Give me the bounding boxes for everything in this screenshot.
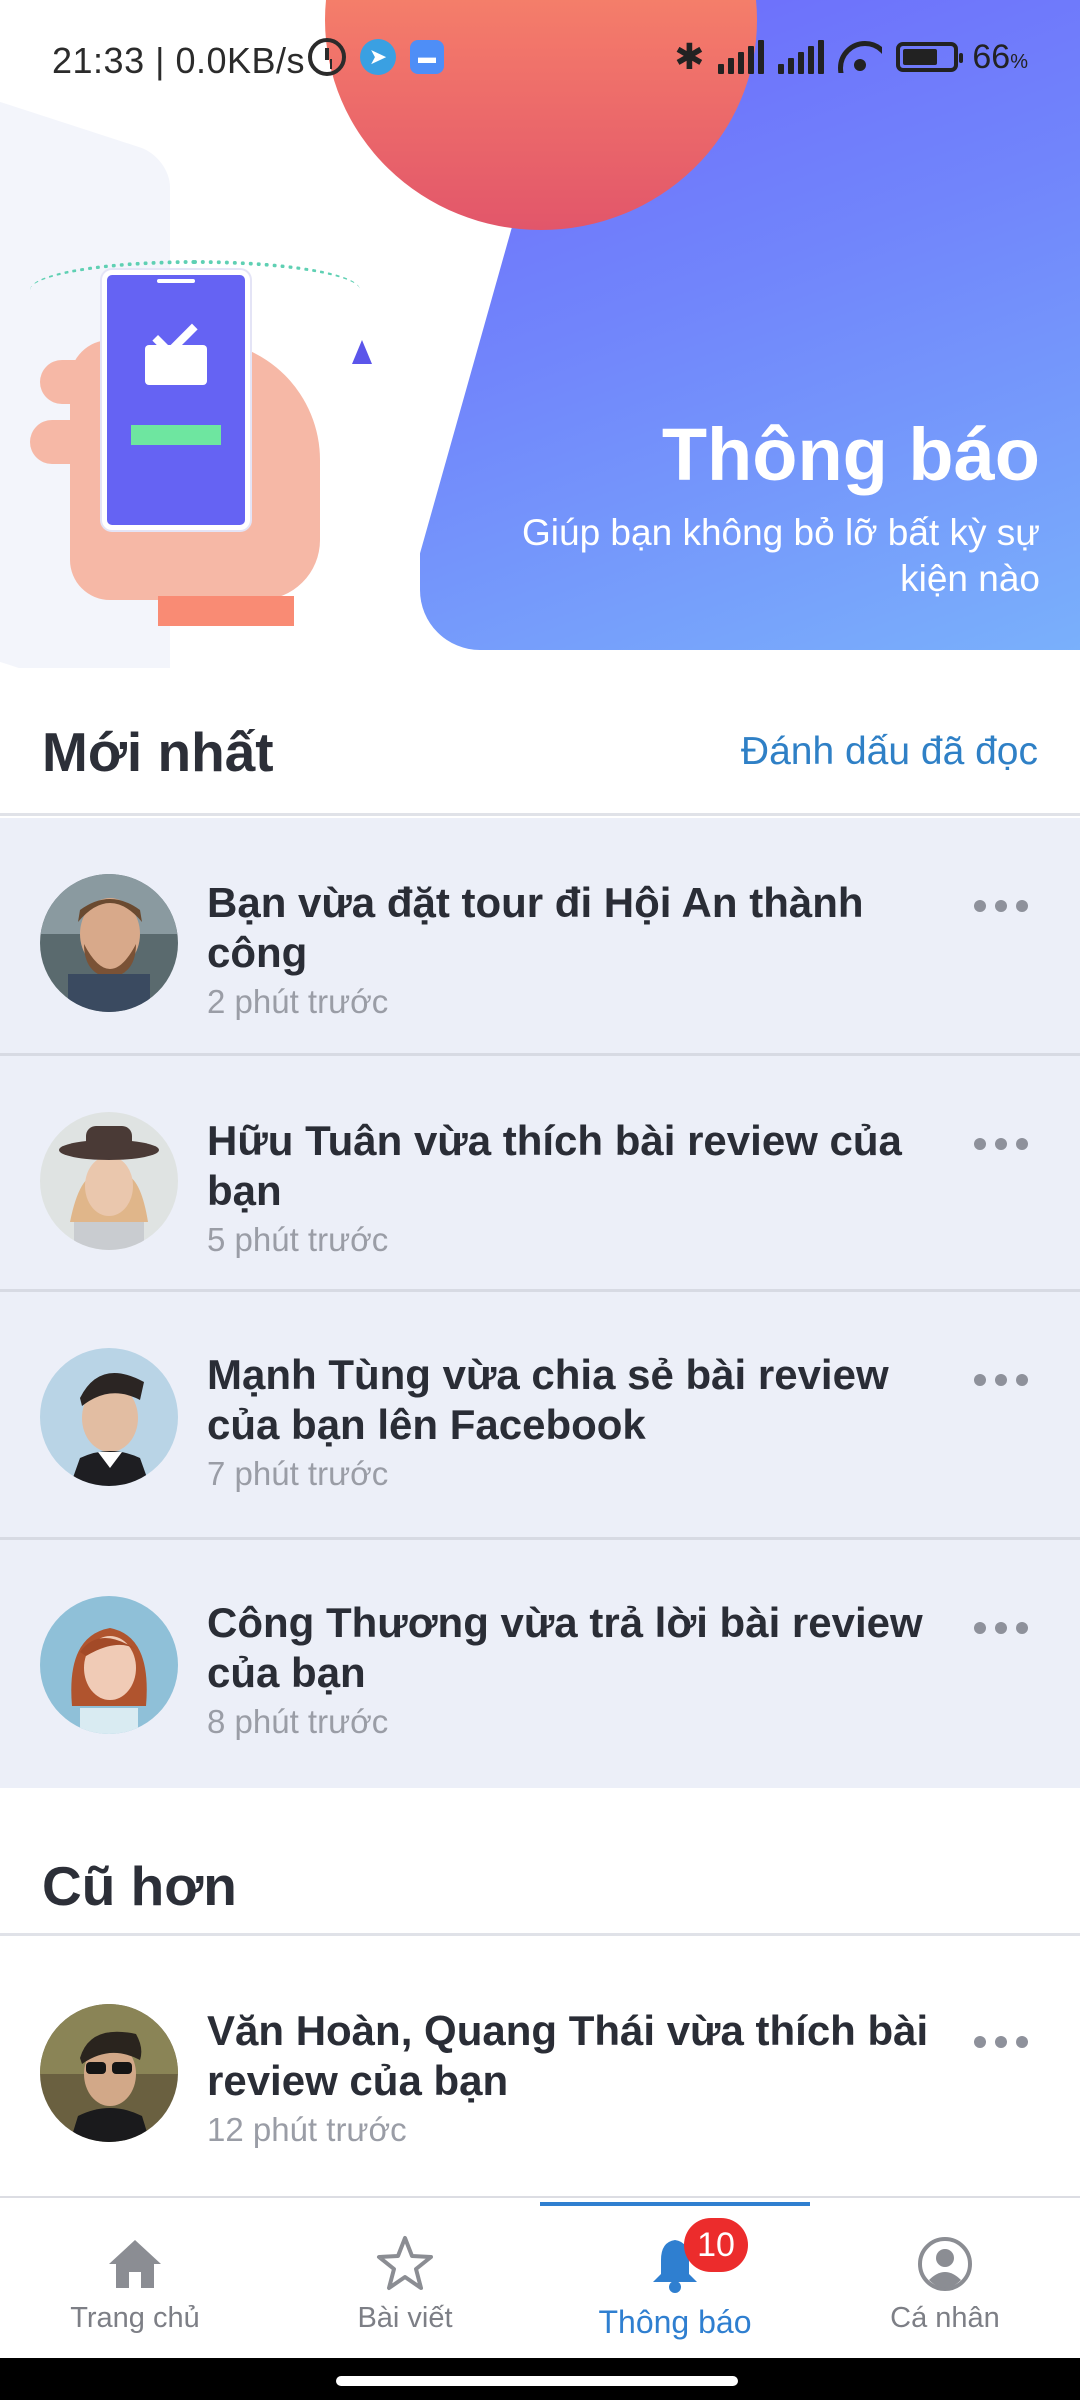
notification-item[interactable]: Hữu Tuân vừa thích bài review của bạn 5 … [0, 1056, 1080, 1292]
page-subtitle: Giúp bạn không bỏ lỡ bất kỳ sự kiện nào [522, 512, 1040, 599]
status-time: 21:33 | 0.0KB/s [52, 40, 306, 81]
nav-item-profile[interactable]: Cá nhân [810, 2198, 1080, 2358]
wifi-icon [838, 41, 883, 73]
battery-percentage: 66% [972, 37, 1028, 76]
section-title-older: Cũ hơn [42, 1855, 237, 1917]
avatar [40, 1596, 178, 1734]
active-tab-indicator [540, 2202, 810, 2206]
nav-item-posts[interactable]: Bài viết [270, 2198, 540, 2358]
bottom-navigation: Trang chủ Bài viết 10 Thông báo Cá nhân [0, 2196, 1080, 2358]
user-icon [918, 2237, 972, 2291]
avatar [40, 1348, 178, 1486]
notification-text: Văn Hoàn, Quang Thái vừa thích bài revie… [207, 2007, 929, 2104]
home-gesture-handle[interactable] [336, 2376, 738, 2386]
notification-time: 7 phút trước [207, 1455, 389, 1492]
bluetooth-icon: ✱ [674, 36, 705, 77]
notification-item[interactable]: Công Thương vừa trả lời bài review của b… [0, 1540, 1080, 1788]
phone-graphic [102, 270, 250, 530]
nav-item-notifications[interactable]: 10 Thông báo [540, 2198, 810, 2358]
signal-icon [718, 40, 765, 74]
notification-text: Mạnh Tùng vừa chia sẻ bài review của bạn… [207, 1351, 889, 1448]
alarm-icon [308, 38, 346, 76]
notification-count-badge: 10 [684, 2218, 748, 2272]
notification-item[interactable]: Bạn vừa đặt tour đi Hội An thành công 2 … [0, 818, 1080, 1056]
notification-time: 12 phút trước [207, 2111, 407, 2148]
nav-label: Thông báo [598, 2304, 752, 2340]
notification-item[interactable]: Mạnh Tùng vừa chia sẻ bài review của bạn… [0, 1292, 1080, 1540]
older-section-header: Cũ hơn [0, 1788, 1080, 1936]
message-icon: ▬ [410, 40, 444, 74]
star-icon [377, 2236, 433, 2290]
signal-icon [778, 40, 825, 74]
envelope-icon [145, 345, 207, 385]
more-options-icon[interactable] [974, 896, 1028, 916]
notification-item[interactable]: Văn Hoàn, Quang Thái vừa thích bài revie… [0, 1948, 1080, 2196]
newest-section-header: Mới nhất Đánh dấu đã đọc [0, 668, 1080, 816]
telegram-icon: ➤ [360, 39, 396, 75]
avatar [40, 874, 178, 1012]
battery-icon [896, 42, 964, 72]
notification-text: Công Thương vừa trả lời bài review của b… [207, 1599, 923, 1696]
notification-time: 2 phút trước [207, 983, 389, 1020]
more-options-icon[interactable] [974, 2032, 1028, 2052]
notification-text: Hữu Tuân vừa thích bài review của bạn [207, 1117, 902, 1214]
status-bar: 21:33 | 0.0KB/s ➤ ▬ ✱ 66% [0, 0, 1080, 120]
nav-label: Cá nhân [890, 2302, 1000, 2334]
nav-label: Bài viết [357, 2302, 453, 2334]
more-options-icon[interactable] [974, 1134, 1028, 1154]
nav-label: Trang chủ [70, 2302, 200, 2334]
notification-time: 8 phút trước [207, 1703, 389, 1740]
page-title: Thông báo [661, 413, 1040, 496]
notification-time: 5 phút trước [207, 1221, 389, 1258]
home-icon [109, 2240, 161, 2288]
nav-item-home[interactable]: Trang chủ [0, 2198, 270, 2358]
avatar [40, 1112, 178, 1250]
mark-all-read-button[interactable]: Đánh dấu đã đọc [741, 730, 1038, 774]
more-options-icon[interactable] [974, 1370, 1028, 1390]
avatar [40, 2004, 178, 2142]
section-title-newest: Mới nhất [42, 721, 274, 783]
phone-in-hand-illustration [30, 240, 380, 640]
more-options-icon[interactable] [974, 1618, 1028, 1638]
notification-text: Bạn vừa đặt tour đi Hội An thành công [207, 879, 864, 976]
